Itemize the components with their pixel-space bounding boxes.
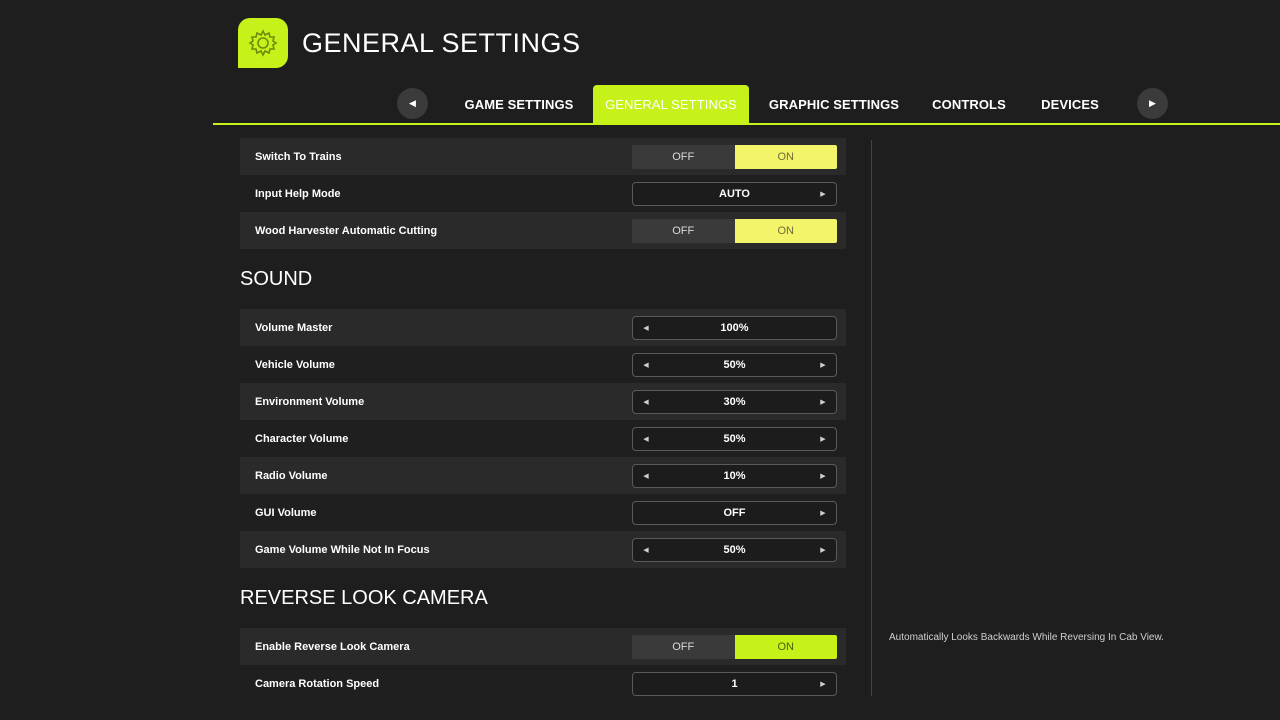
arrow-right-icon[interactable]: ▶ [818,361,828,369]
setting-label: Switch To Trains [255,150,342,163]
input-help-selector[interactable]: AUTO ▶ [632,181,837,206]
arrow-right-icon[interactable]: ▶ [818,546,828,554]
section-title-reverse-camera: REVERSE LOOK CAMERA [240,586,488,609]
setting-label: Game Volume While Not In Focus [255,543,430,556]
wood-harvester-toggle: OFF ON [632,218,837,243]
setting-value: 50% [723,432,746,445]
setting-row-wood-harvester: Wood Harvester Automatic Cutting OFF ON [240,212,846,249]
radio-volume-stepper[interactable]: ◀ 10% ▶ [632,463,837,488]
toggle-off-option[interactable]: OFF [632,144,735,169]
arrow-right-icon[interactable]: ▶ [818,435,828,443]
tab-bar: ◀ GAME SETTINGS GENERAL SETTINGS GRAPHIC… [213,85,1280,125]
setting-value: 10% [723,469,746,482]
switch-trains-toggle: OFF ON [632,144,837,169]
arrow-left-icon[interactable]: ◀ [641,398,651,406]
setting-label: Volume Master [255,321,333,334]
setting-label: Vehicle Volume [255,358,335,371]
panel-divider [871,140,872,696]
reverse-camera-toggle: OFF ON [632,634,837,659]
tab-prev-button[interactable]: ◀ [397,88,428,119]
sound-group: Volume Master ◀ 100% Vehicle Volume ◀ 50… [240,309,846,568]
setting-label: GUI Volume [255,506,317,519]
setting-row-vehicle-volume: Vehicle Volume ◀ 50% ▶ [240,346,846,383]
setting-label: Character Volume [255,432,349,445]
setting-value: 1 [731,677,738,690]
setting-value: OFF [723,506,746,519]
tab-game-settings[interactable]: GAME SETTINGS [453,85,585,123]
section-title-sound: SOUND [240,267,313,290]
environment-volume-stepper[interactable]: ◀ 30% ▶ [632,389,837,414]
setting-row-gui-volume: GUI Volume OFF ▶ [240,494,846,531]
camera-rotation-stepper[interactable]: 1 ▶ [632,671,837,696]
arrow-right-icon[interactable]: ▶ [818,680,828,688]
setting-row-enable-reverse-camera: Enable Reverse Look Camera OFF ON [240,628,846,665]
reverse-camera-group: Enable Reverse Look Camera OFF ON Camera… [240,628,846,702]
tab-general-settings[interactable]: GENERAL SETTINGS [593,85,749,123]
setting-label: Environment Volume [255,395,365,408]
arrow-right-icon[interactable]: ▶ [818,472,828,480]
tab-controls[interactable]: CONTROLS [923,85,1015,123]
tab-devices[interactable]: DEVICES [1031,85,1109,123]
tab-graphic-settings[interactable]: GRAPHIC SETTINGS [761,85,907,123]
setting-value: AUTO [719,187,750,200]
setting-row-volume-master: Volume Master ◀ 100% [240,309,846,346]
gui-volume-stepper[interactable]: OFF ▶ [632,500,837,525]
arrow-left-icon[interactable]: ◀ [641,361,651,369]
setting-label: Camera Rotation Speed [255,677,380,690]
toggle-on-option[interactable]: ON [734,218,837,243]
setting-row-camera-rotation-speed: Camera Rotation Speed 1 ▶ [240,665,846,702]
toggle-off-option[interactable]: OFF [632,634,735,659]
setting-row-unfocused-volume: Game Volume While Not In Focus ◀ 50% ▶ [240,531,846,568]
setting-label: Enable Reverse Look Camera [255,640,410,653]
setting-label: Input Help Mode [255,187,341,200]
page-header: GENERAL SETTINGS [238,18,581,68]
setting-value: 100% [720,321,749,334]
gear-icon [238,18,288,68]
setting-value: 50% [723,358,746,371]
toggle-on-option[interactable]: ON [734,634,837,659]
help-description: Automatically Looks Backwards While Reve… [889,632,1164,643]
arrow-right-icon[interactable]: ▶ [818,398,828,406]
toggle-on-option[interactable]: ON [734,144,837,169]
setting-value: 30% [723,395,746,408]
character-volume-stepper[interactable]: ◀ 50% ▶ [632,426,837,451]
chevron-left-icon: ◀ [409,98,416,108]
chevron-right-icon: ▶ [1149,98,1156,108]
setting-row-environment-volume: Environment Volume ◀ 30% ▶ [240,383,846,420]
arrow-left-icon[interactable]: ◀ [641,546,651,554]
setting-row-input-help: Input Help Mode AUTO ▶ [240,175,846,212]
setting-label: Radio Volume [255,469,328,482]
setting-row-switch-trains: Switch To Trains OFF ON [240,138,846,175]
page-title: GENERAL SETTINGS [302,27,581,58]
arrow-left-icon[interactable]: ◀ [641,472,651,480]
setting-row-character-volume: Character Volume ◀ 50% ▶ [240,420,846,457]
arrow-right-icon[interactable]: ▶ [818,190,828,198]
toggle-off-option[interactable]: OFF [632,218,735,243]
setting-row-radio-volume: Radio Volume ◀ 10% ▶ [240,457,846,494]
arrow-left-icon[interactable]: ◀ [641,435,651,443]
arrow-right-icon[interactable]: ▶ [818,509,828,517]
general-group: Switch To Trains OFF ON Input Help Mode … [240,138,846,249]
settings-list: Switch To Trains OFF ON Input Help Mode … [240,138,846,702]
setting-label: Wood Harvester Automatic Cutting [255,224,438,237]
vehicle-volume-stepper[interactable]: ◀ 50% ▶ [632,352,837,377]
tab-next-button[interactable]: ▶ [1137,88,1168,119]
unfocused-volume-stepper[interactable]: ◀ 50% ▶ [632,537,837,562]
arrow-left-icon[interactable]: ◀ [641,324,651,332]
setting-value: 50% [723,543,746,556]
volume-master-stepper[interactable]: ◀ 100% [632,315,837,340]
